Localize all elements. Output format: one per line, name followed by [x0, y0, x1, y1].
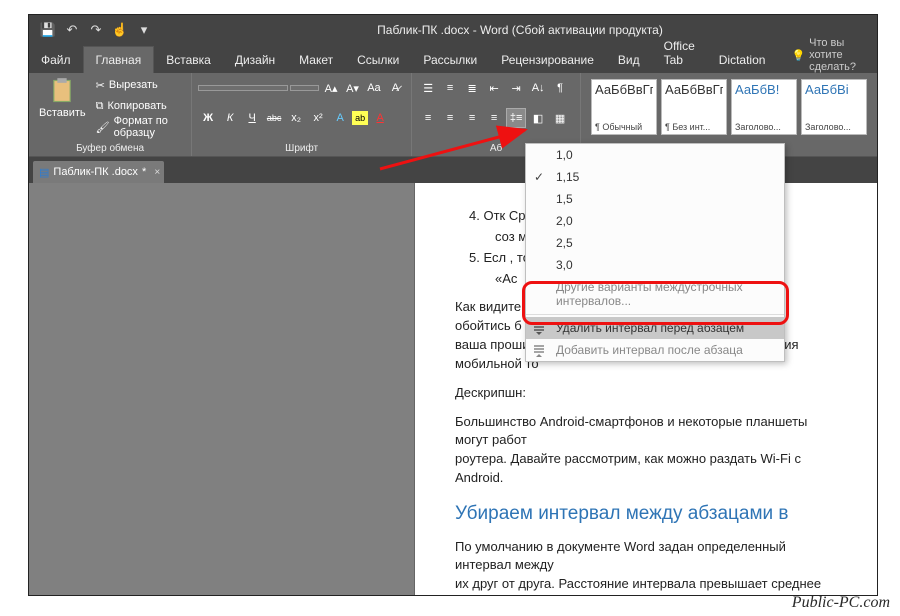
page-gutter [29, 183, 415, 595]
remove-space-before[interactable]: Удалить интервал перед абзацем [526, 317, 784, 339]
line-spacing-add-icon [532, 343, 548, 359]
add-space-after[interactable]: Добавить интервал после абзаца [526, 339, 784, 361]
line-spacing-value[interactable]: 1,5 [526, 188, 784, 210]
line-spacing-value[interactable]: 1,15 [526, 166, 784, 188]
line-spacing-value[interactable]: 3,0 [526, 254, 784, 276]
word-doc-icon: ▤ [39, 166, 49, 179]
close-tab-icon[interactable]: × [154, 167, 160, 178]
modified-star: * [142, 166, 146, 178]
line-spacing-value[interactable]: 2,0 [526, 210, 784, 232]
line-spacing-value[interactable]: 2,5 [526, 232, 784, 254]
line-spacing-more[interactable]: Другие варианты междустрочных интервалов… [526, 276, 784, 312]
document-tab[interactable]: ▤ Паблик-ПК .docx * × [33, 161, 164, 183]
line-spacing-value[interactable]: 1,0 [526, 144, 784, 166]
line-spacing-remove-icon [532, 321, 548, 337]
doctab-name: Паблик-ПК .docx [53, 166, 138, 178]
line-spacing-menu: 1,01,151,52,02,53,0 Другие варианты межд… [525, 143, 785, 362]
watermark: Public-PC.com [792, 594, 890, 612]
